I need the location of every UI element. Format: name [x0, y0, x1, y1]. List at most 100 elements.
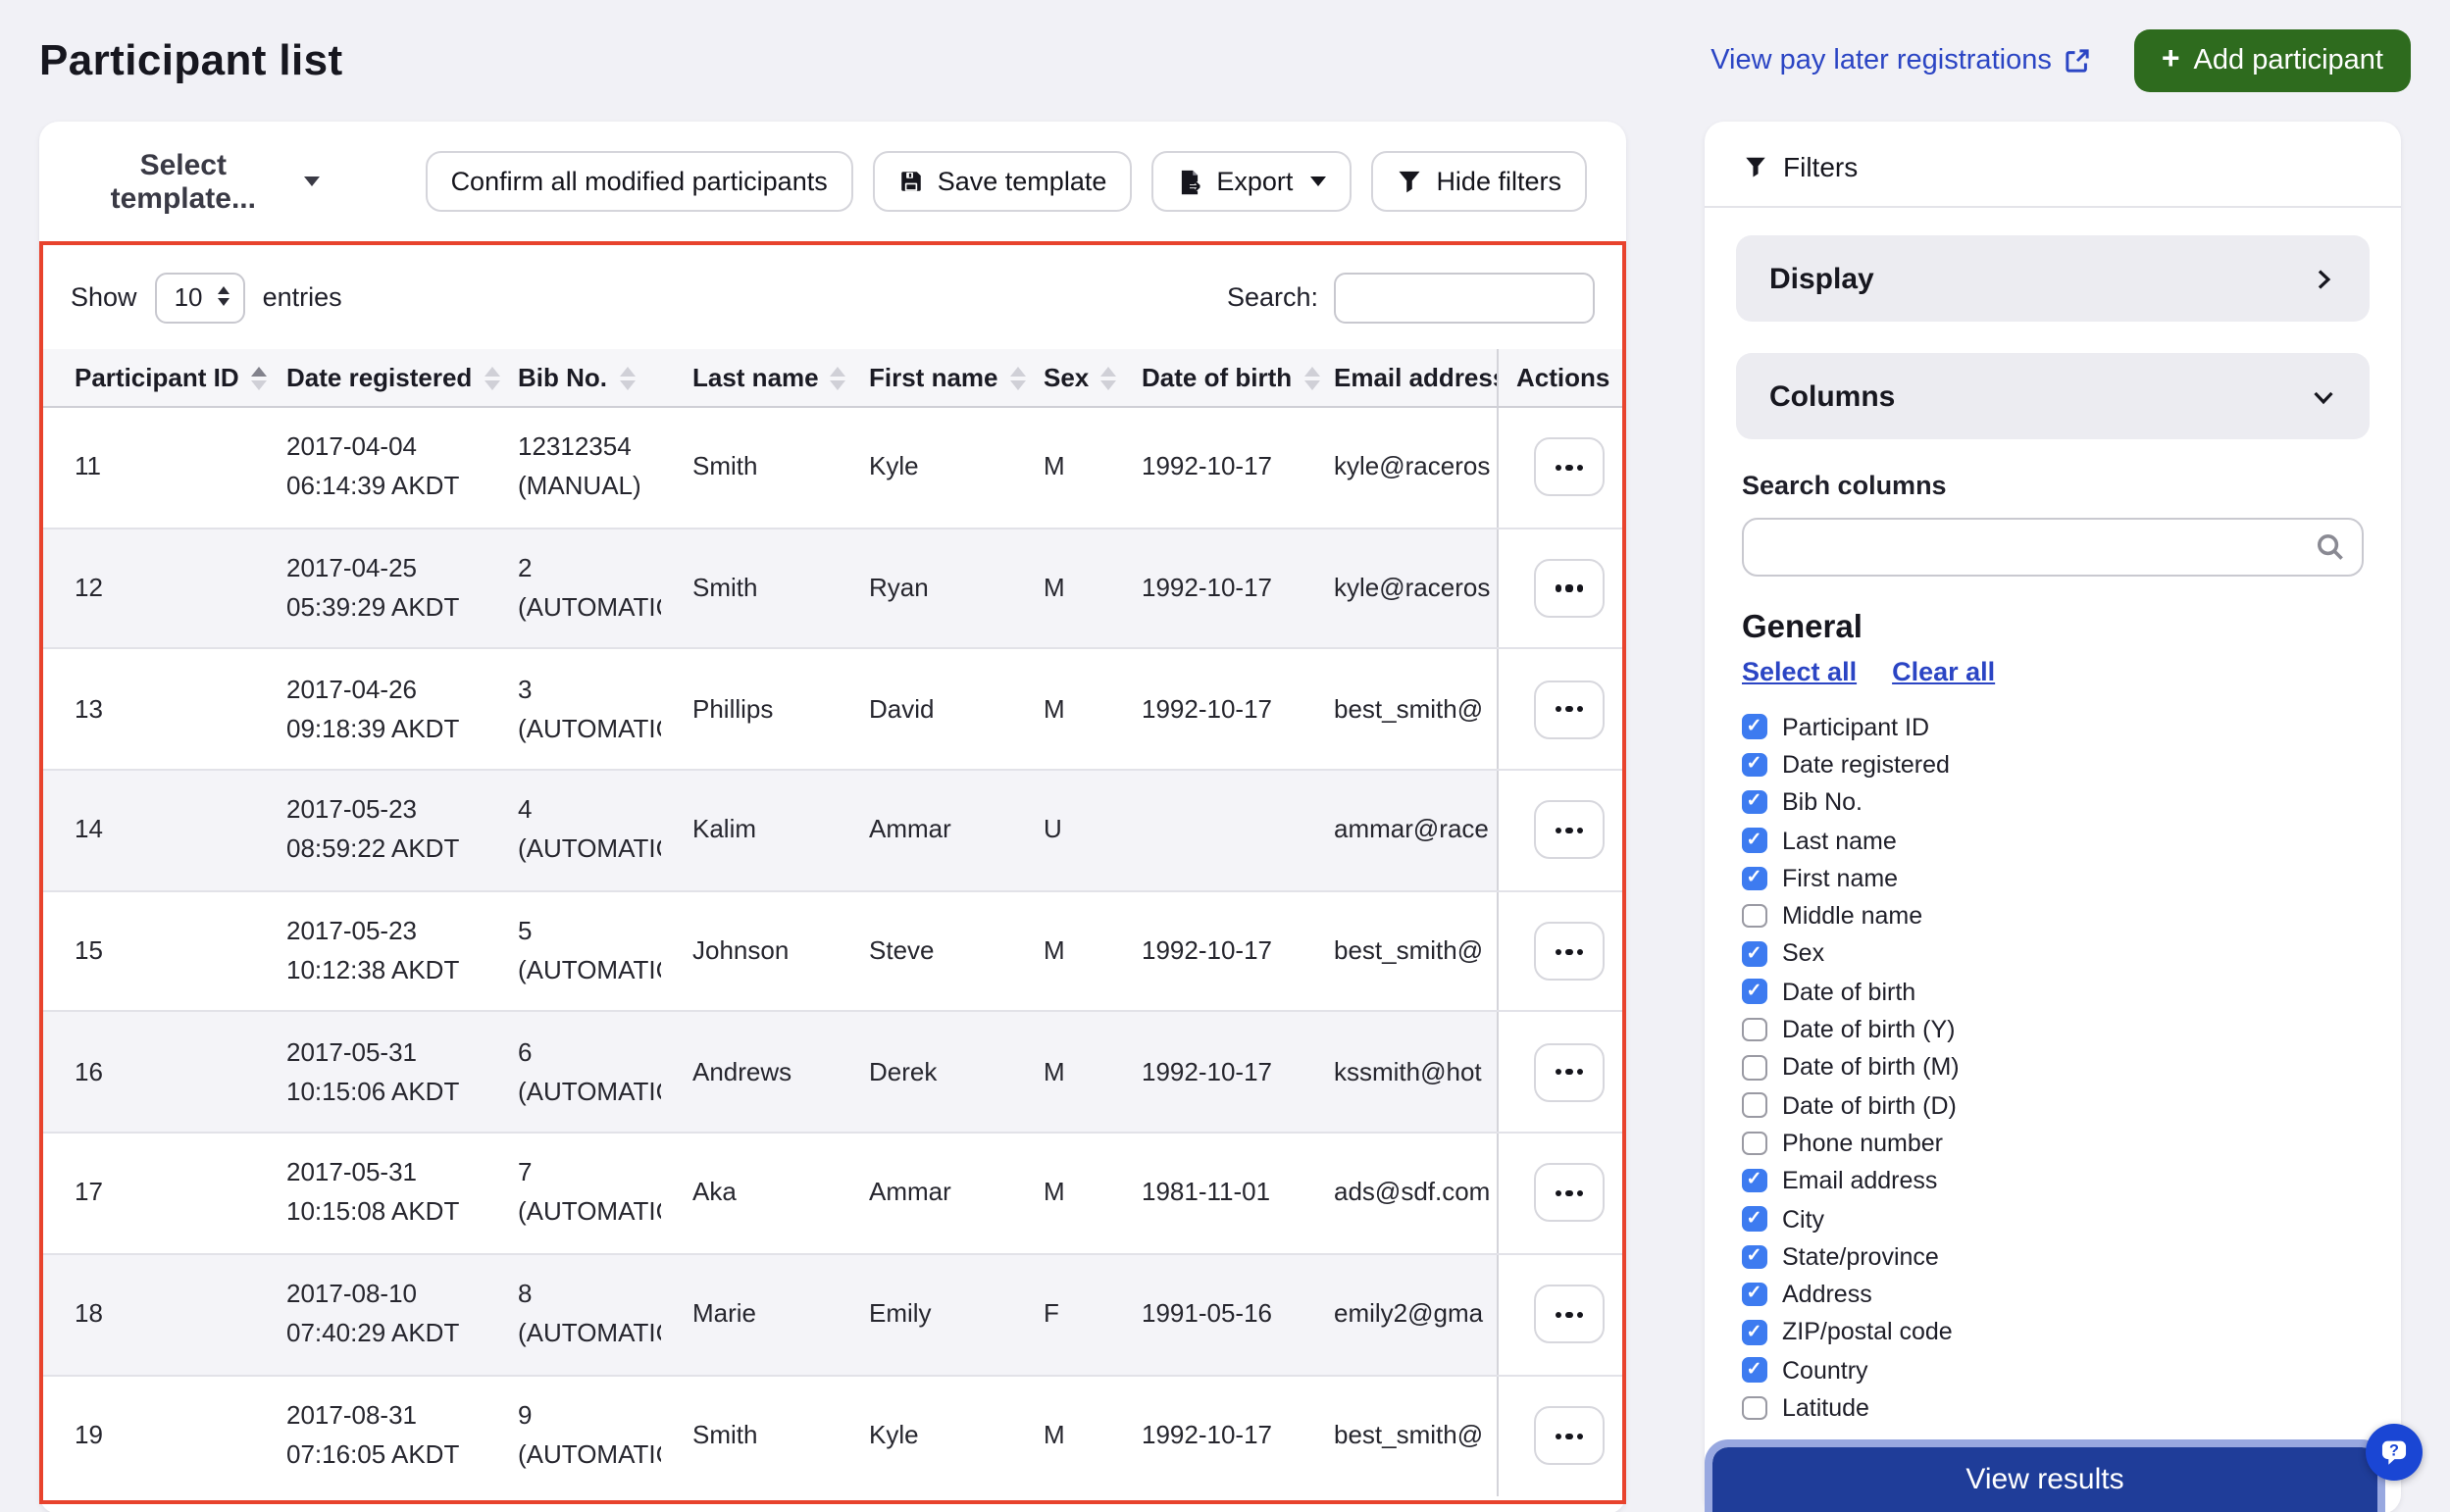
clear-all-link[interactable]: Clear all: [1892, 657, 1995, 686]
column-checkbox-date-of-birth[interactable]: Date of birth: [1742, 973, 2364, 1011]
cell-text: (AUTOMATIC): [518, 833, 661, 864]
page-size-select[interactable]: 10: [154, 272, 245, 323]
view-pay-later-link[interactable]: View pay later registrations: [1710, 45, 2091, 76]
row-actions-button[interactable]: [1534, 680, 1605, 739]
cell-sex: M: [1012, 1376, 1110, 1497]
checkbox-label: Date registered: [1782, 750, 1950, 779]
search-input[interactable]: [1334, 272, 1595, 323]
ellipsis-icon: [1577, 827, 1584, 833]
column-header-participant-id[interactable]: Participant ID: [43, 349, 267, 406]
hide-filters-button[interactable]: Hide filters: [1371, 151, 1587, 212]
checkbox-checked-icon[interactable]: [1742, 1168, 1766, 1193]
column-header-last-name[interactable]: Last name: [661, 349, 846, 406]
column-checkbox-state-province[interactable]: State/province: [1742, 1237, 2364, 1276]
checkbox-checked-icon[interactable]: [1742, 1206, 1766, 1232]
export-button[interactable]: Export: [1151, 151, 1353, 212]
column-checkbox-latitude[interactable]: Latitude: [1742, 1389, 2364, 1428]
column-checkbox-date-of-birth-m[interactable]: Date of birth (M): [1742, 1048, 2364, 1086]
cell-participant-id: 13: [43, 649, 255, 770]
save-template-button[interactable]: Save template: [872, 151, 1133, 212]
checkbox-checked-icon[interactable]: [1742, 979, 1766, 1004]
column-checkbox-city[interactable]: City: [1742, 1200, 2364, 1238]
cell-date-registered: 2017-08-31 07:16:05 AKDT: [255, 1376, 486, 1497]
checkbox-checked-icon[interactable]: [1742, 1357, 1766, 1383]
column-checkbox-phone-number[interactable]: Phone number: [1742, 1125, 2364, 1163]
ellipsis-icon: [1565, 1433, 1573, 1439]
column-checkbox-sex[interactable]: Sex: [1742, 935, 2364, 974]
column-checkbox-middle-name[interactable]: Middle name: [1742, 897, 2364, 935]
help-button[interactable]: ?: [2366, 1424, 2423, 1481]
table-row: 17 2017-05-31 10:15:08 AKDT 7 (AUTOMATIC) Aka…: [43, 1134, 1622, 1255]
view-results-button[interactable]: View results: [1705, 1439, 2385, 1512]
cell-text: Derek: [869, 1056, 938, 1086]
row-actions-button[interactable]: [1534, 800, 1605, 860]
column-header-date-of-birth[interactable]: Date of birth: [1110, 349, 1320, 406]
column-header-bib-no[interactable]: Bib No.: [486, 349, 661, 406]
cell-text: 16: [75, 1056, 103, 1086]
column-checkbox-date-of-birth-y[interactable]: Date of birth (Y): [1742, 1011, 2364, 1049]
select-template-dropdown[interactable]: Select template...: [78, 148, 320, 215]
column-header-email-address[interactable]: Email address: [1302, 349, 1497, 406]
column-checkbox-bib-no[interactable]: Bib No.: [1742, 783, 2364, 822]
checkbox-checked-icon[interactable]: [1742, 1320, 1766, 1345]
checkbox-unchecked-icon[interactable]: [1742, 1131, 1766, 1156]
add-participant-button[interactable]: + Add participant: [2133, 29, 2411, 92]
column-checkbox-date-of-birth-d[interactable]: Date of birth (D): [1742, 1086, 2364, 1125]
cell-actions: [1497, 771, 1622, 890]
column-header-date-registered[interactable]: Date registered: [255, 349, 500, 406]
row-actions-button[interactable]: [1534, 437, 1605, 497]
cell-text: M: [1044, 1056, 1065, 1086]
cell-text: M: [1044, 1420, 1065, 1450]
checkbox-checked-icon[interactable]: [1742, 828, 1766, 853]
view-pay-later-label: View pay later registrations: [1710, 45, 2052, 76]
main-content: Select template... Confirm all modified …: [39, 122, 2411, 1512]
confirm-all-button[interactable]: Confirm all modified participants: [425, 151, 853, 212]
row-actions-button[interactable]: [1534, 559, 1605, 619]
entries-label: entries: [262, 282, 342, 312]
cell-text: 1992-10-17: [1142, 693, 1272, 724]
display-section-toggle[interactable]: Display: [1736, 235, 2370, 322]
checkbox-checked-icon[interactable]: [1742, 752, 1766, 778]
filters-panel-body: Display Columns Search columns General S…: [1705, 208, 2401, 1427]
column-checkbox-last-name[interactable]: Last name: [1742, 822, 2364, 860]
row-actions-button[interactable]: [1534, 1042, 1605, 1102]
checkbox-checked-icon[interactable]: [1742, 1282, 1766, 1307]
column-header-first-name[interactable]: First name: [838, 349, 1026, 406]
column-checkbox-date-registered[interactable]: Date registered: [1742, 746, 2364, 784]
search-columns-input[interactable]: [1742, 518, 2364, 577]
row-actions-button[interactable]: [1534, 1163, 1605, 1223]
cell-text: 18: [75, 1298, 103, 1329]
checkbox-unchecked-icon[interactable]: [1742, 1055, 1766, 1081]
checkbox-checked-icon[interactable]: [1742, 789, 1766, 815]
checkbox-unchecked-icon[interactable]: [1742, 903, 1766, 929]
checkbox-checked-icon[interactable]: [1742, 714, 1766, 739]
row-actions-button[interactable]: [1534, 1285, 1605, 1344]
column-checkbox-zip-postal-code[interactable]: ZIP/postal code: [1742, 1314, 2364, 1352]
checkbox-unchecked-icon[interactable]: [1742, 1395, 1766, 1421]
column-header-sex[interactable]: Sex: [1012, 349, 1117, 406]
select-all-link[interactable]: Select all: [1742, 657, 1857, 686]
column-header-label: Date of birth: [1142, 363, 1293, 392]
cell-last-name: Kalim: [661, 771, 838, 890]
column-checkbox-country[interactable]: Country: [1742, 1351, 2364, 1389]
cell-text: U: [1044, 814, 1062, 844]
column-checkbox-participant-id[interactable]: Participant ID: [1742, 708, 2364, 746]
export-label: Export: [1216, 167, 1294, 196]
page-size-value: 10: [174, 282, 203, 312]
column-checkbox-first-name[interactable]: First name: [1742, 859, 2364, 897]
checkbox-unchecked-icon[interactable]: [1742, 1092, 1766, 1118]
checkbox-checked-icon[interactable]: [1742, 866, 1766, 891]
row-actions-button[interactable]: [1534, 922, 1605, 982]
column-checkbox-address[interactable]: Address: [1742, 1276, 2364, 1314]
column-checkbox-email-address[interactable]: Email address: [1742, 1162, 2364, 1200]
checkbox-unchecked-icon[interactable]: [1742, 1017, 1766, 1042]
checkbox-label: Date of birth (Y): [1782, 1016, 1956, 1044]
row-actions-button[interactable]: [1534, 1406, 1605, 1466]
checkbox-checked-icon[interactable]: [1742, 1244, 1766, 1270]
cell-text: (MANUAL): [518, 471, 641, 501]
checkbox-label: ZIP/postal code: [1782, 1318, 1953, 1346]
cell-last-name: Smith: [661, 1376, 838, 1497]
header-actions: View pay later registrations + Add parti…: [1710, 29, 2411, 92]
columns-section-toggle[interactable]: Columns: [1736, 353, 2370, 439]
checkbox-checked-icon[interactable]: [1742, 941, 1766, 967]
